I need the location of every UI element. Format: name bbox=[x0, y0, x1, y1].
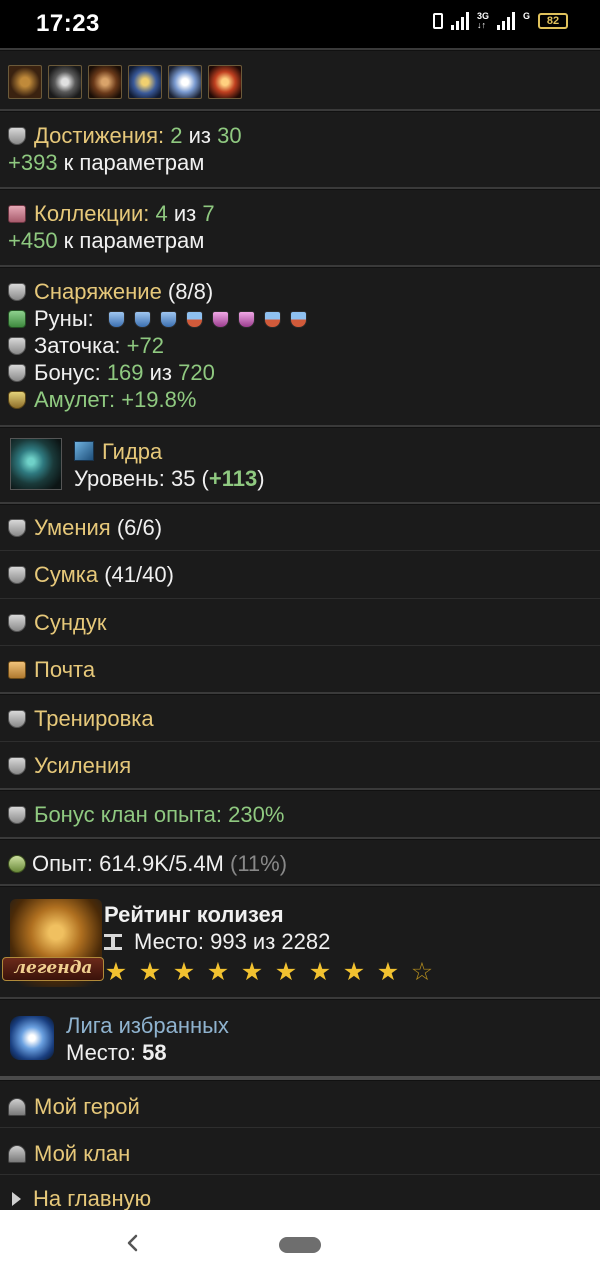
sharpening-icon bbox=[8, 337, 26, 355]
rune-slot-icon bbox=[263, 311, 281, 328]
collections-block[interactable]: Коллекции: 4 из 7 +450 к параметрам bbox=[0, 190, 600, 265]
skills-icon bbox=[8, 519, 26, 537]
training-icon bbox=[8, 710, 26, 728]
network-type-2: G bbox=[522, 11, 530, 21]
star-icon: ★ bbox=[104, 958, 128, 986]
star-icon: ★ bbox=[172, 958, 196, 986]
achievements-block[interactable]: Достижения: 2 из 30 +393 к параметрам bbox=[0, 112, 600, 187]
rune-slot-icon bbox=[289, 311, 307, 328]
star-icon: ★ bbox=[376, 958, 400, 986]
star-outline-icon: ☆ bbox=[410, 958, 434, 986]
boosts-icon bbox=[8, 757, 26, 775]
clan-helmet-icon bbox=[8, 1145, 26, 1163]
link-my-clan[interactable]: Мой клан bbox=[0, 1128, 600, 1174]
rune-slot-icon bbox=[237, 311, 255, 328]
clan-exp-bonus[interactable]: Бонус клан опыта: 230% bbox=[0, 791, 600, 837]
star-icon: ★ bbox=[240, 958, 264, 986]
menu-training[interactable]: Тренировка bbox=[0, 695, 600, 741]
star-icon: ★ bbox=[342, 958, 366, 986]
status-icons: 3G ↓↑ G 82 bbox=[432, 11, 568, 30]
runes-line[interactable]: Руны: bbox=[8, 305, 592, 332]
rune-slot-icon bbox=[211, 311, 229, 328]
armor-icon bbox=[8, 283, 26, 301]
menu-skills[interactable]: Умения (6/6) bbox=[0, 505, 600, 550]
vibrate-icon bbox=[432, 13, 443, 29]
rune-slot-icon bbox=[159, 311, 177, 328]
battery-icon: 82 bbox=[538, 13, 568, 29]
back-icon[interactable] bbox=[120, 1230, 146, 1256]
rune-slot-icon bbox=[185, 311, 203, 328]
achievement-icon-5[interactable] bbox=[168, 65, 202, 99]
sharpening-line[interactable]: Заточка: +72 bbox=[8, 332, 592, 359]
top-icon-strip bbox=[0, 51, 600, 109]
bag-icon bbox=[8, 566, 26, 584]
podium-icon bbox=[104, 934, 122, 950]
achievement-icon-2[interactable] bbox=[48, 65, 82, 99]
star-icon: ★ bbox=[274, 958, 298, 986]
menu-boosts[interactable]: Усиления bbox=[0, 742, 600, 788]
rune-slot-icon bbox=[107, 311, 125, 328]
signal-icon bbox=[450, 12, 469, 30]
helmet-icon bbox=[8, 1098, 26, 1116]
menu-bag[interactable]: Сумка (41/40) bbox=[0, 551, 600, 598]
pet-block[interactable]: Гидра Уровень: 35 (+113) bbox=[0, 428, 600, 502]
experience-icon bbox=[8, 855, 26, 873]
league-star-icon bbox=[10, 1016, 54, 1060]
link-home[interactable]: На главную bbox=[0, 1175, 600, 1210]
star-icon: ★ bbox=[206, 958, 230, 986]
menu-mail[interactable]: Почта bbox=[0, 646, 600, 692]
shield-icon bbox=[8, 127, 26, 145]
bonus-icon bbox=[8, 364, 26, 382]
achievement-icon-4[interactable] bbox=[128, 65, 162, 99]
pet-type-icon bbox=[74, 441, 94, 461]
collection-icon bbox=[8, 205, 26, 223]
menu-chest[interactable]: Сундук bbox=[0, 599, 600, 645]
network-type: 3G ↓↑ bbox=[476, 11, 489, 30]
signal-icon-2 bbox=[496, 12, 515, 30]
system-nav-bar bbox=[0, 1210, 600, 1280]
bonus-line[interactable]: Бонус: 169 из 720 bbox=[8, 359, 592, 386]
link-my-hero[interactable]: Мой герой bbox=[0, 1081, 600, 1127]
rating-stars: ★ ★ ★ ★ ★ ★ ★ ★ ★ ☆ bbox=[104, 959, 444, 986]
arrow-right-icon bbox=[12, 1192, 21, 1206]
rune-icon bbox=[8, 310, 26, 328]
equipment-block: Снаряжение (8/8) Руны: Заточка: +72 Бону… bbox=[0, 268, 600, 425]
star-icon: ★ bbox=[308, 958, 332, 986]
achievement-icon-1[interactable] bbox=[8, 65, 42, 99]
legend-badge: легенда bbox=[2, 957, 104, 981]
achievement-icon-6[interactable] bbox=[208, 65, 242, 99]
chest-icon bbox=[8, 614, 26, 632]
achievement-icon-3[interactable] bbox=[88, 65, 122, 99]
clan-icon bbox=[8, 806, 26, 824]
colosseum-title: Рейтинг колизея bbox=[104, 902, 284, 927]
status-bar: 17:23 3G ↓↑ G 82 bbox=[0, 0, 600, 48]
colosseum-block[interactable]: легенда Рейтинг колизея Место: 993 из 22… bbox=[0, 887, 600, 997]
amulet-icon bbox=[8, 391, 26, 409]
home-pill-button[interactable] bbox=[279, 1237, 321, 1253]
amulet-line[interactable]: Амулет: +19.8% bbox=[8, 386, 592, 413]
equipment-link[interactable]: Снаряжение (8/8) bbox=[8, 278, 592, 305]
experience-line: Опыт: 614.9K/5.4M (11%) bbox=[0, 840, 600, 884]
star-icon: ★ bbox=[138, 958, 162, 986]
mail-icon bbox=[8, 661, 26, 679]
status-time: 17:23 bbox=[36, 10, 100, 37]
rune-slot-icon bbox=[133, 311, 151, 328]
hydra-portrait[interactable] bbox=[10, 438, 62, 490]
league-block[interactable]: Лига избранных Место: 58 bbox=[0, 1000, 600, 1076]
game-content: Достижения: 2 из 30 +393 к параметрам Ко… bbox=[0, 48, 600, 1210]
